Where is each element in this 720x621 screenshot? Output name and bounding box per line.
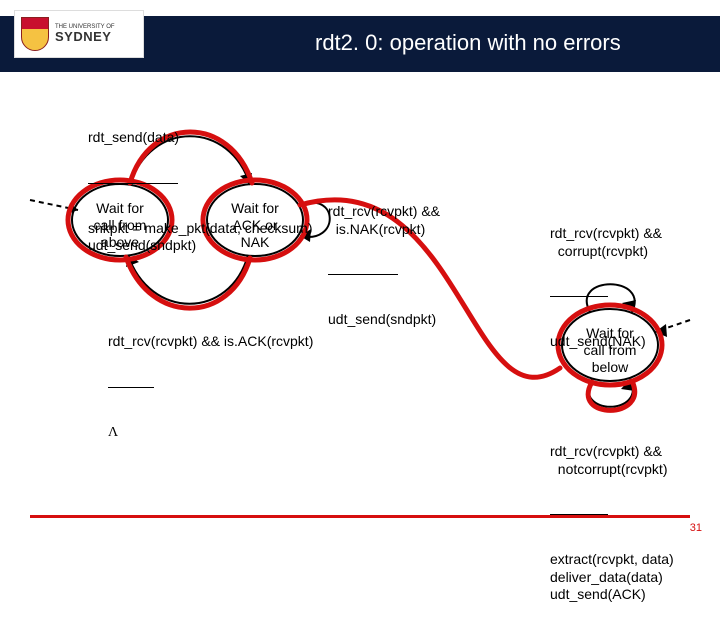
ok-cond: rdt_rcv(rcvpkt) && notcorrupt(rcvpkt) bbox=[550, 443, 674, 478]
label-corrupt: rdt_rcv(rcvpkt) && corrupt(rcvpkt) udt_s… bbox=[550, 190, 662, 368]
label-ack: rdt_rcv(rcvpkt) && is.ACK(rcvpkt) Λ bbox=[108, 298, 313, 459]
uni-logo: THE UNIVERSITY OF SYDNEY bbox=[14, 10, 144, 58]
uni-big: SYDNEY bbox=[55, 30, 115, 44]
page-number: 31 bbox=[690, 522, 702, 534]
send-cond: rdt_send(data) bbox=[88, 129, 313, 147]
ok-action: extract(rcvpkt, data) deliver_data(data)… bbox=[550, 551, 674, 604]
nak-cond: rdt_rcv(rcvpkt) && is.NAK(rcvpkt) bbox=[328, 203, 440, 238]
nak-action: udt_send(sndpkt) bbox=[328, 311, 440, 329]
corrupt-action: udt_send(NAK) bbox=[550, 333, 662, 351]
send-action: snkpkt = make_pkt(data, checksum) udt_se… bbox=[88, 220, 313, 255]
bottom-divider bbox=[30, 515, 690, 518]
label-nak: rdt_rcv(rcvpkt) && is.NAK(rcvpkt) udt_se… bbox=[328, 168, 440, 346]
ack-lambda: Λ bbox=[108, 424, 313, 442]
crest-icon bbox=[21, 17, 49, 51]
label-rdt-send-event: rdt_send(data) snkpkt = make_pkt(data, c… bbox=[88, 94, 313, 272]
ack-cond: rdt_rcv(rcvpkt) && is.ACK(rcvpkt) bbox=[108, 333, 313, 351]
slide-title: rdt2. 0: operation with no errors bbox=[315, 30, 621, 56]
corrupt-cond: rdt_rcv(rcvpkt) && corrupt(rcvpkt) bbox=[550, 225, 662, 260]
